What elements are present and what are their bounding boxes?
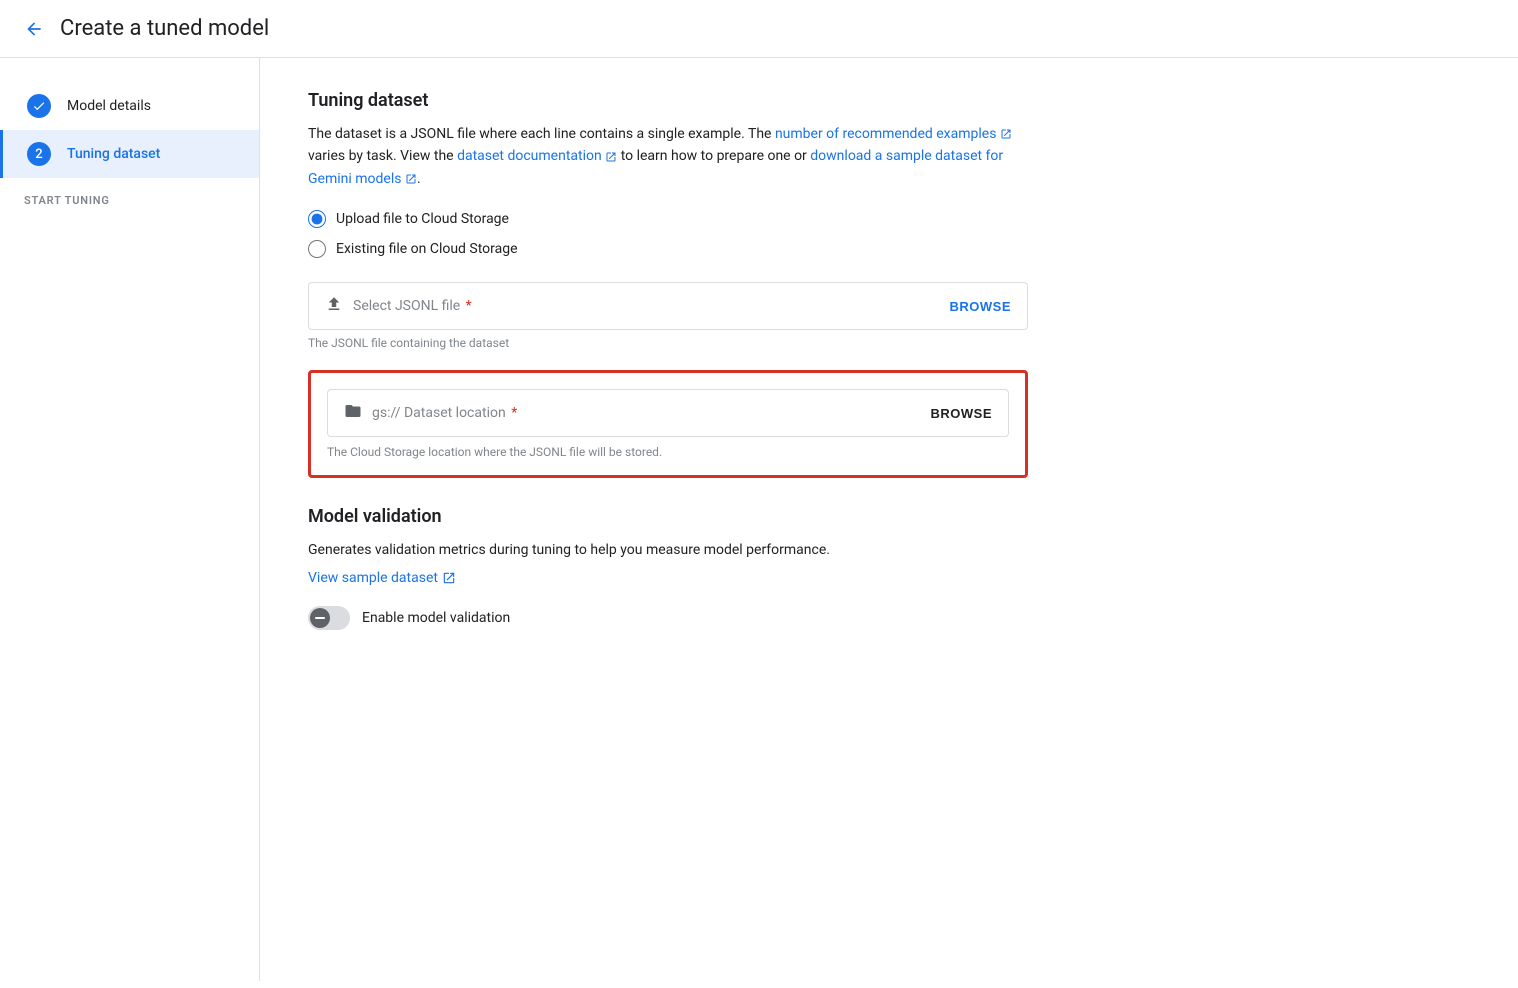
enable-validation-label: Enable model validation [362,610,510,626]
back-button[interactable] [24,19,44,39]
main-layout: Model details 2 Tuning dataset START TUN… [0,58,1518,981]
enable-validation-toggle[interactable] [308,606,350,630]
sidebar-item-tuning-dataset[interactable]: 2 Tuning dataset [0,130,259,178]
page-title: Create a tuned model [60,16,269,41]
radio-upload-file-input[interactable] [308,210,326,228]
required-star-location: * [508,405,518,421]
sidebar-item-label-tuning-dataset: Tuning dataset [67,146,160,162]
required-star-file: * [462,298,472,314]
dataset-location-input-container: gs:// Dataset location * BROWSE [327,389,1009,437]
upload-method-radio-group: Upload file to Cloud Storage Existing fi… [308,210,1470,258]
view-sample-link[interactable]: View sample dataset [308,570,456,586]
toggle-minus-icon [315,617,325,619]
jsonl-file-helper-text: The JSONL file containing the dataset [308,336,1028,350]
dataset-documentation-link[interactable]: dataset documentation [457,148,617,164]
main-content: Tuning dataset The dataset is a JSONL fi… [260,58,1518,981]
tuning-dataset-section: Tuning dataset The dataset is a JSONL fi… [308,90,1470,478]
dataset-location-highlighted-box: gs:// Dataset location * BROWSE The Clou… [308,370,1028,478]
page-header: Create a tuned model [0,0,1518,58]
model-validation-description: Generates validation metrics during tuni… [308,539,1028,561]
radio-upload-file[interactable]: Upload file to Cloud Storage [308,210,1470,228]
tuning-dataset-title: Tuning dataset [308,90,1470,111]
dataset-location-helper-text: The Cloud Storage location where the JSO… [327,445,1009,459]
recommended-examples-link[interactable]: number of recommended examples [775,126,1012,142]
radio-existing-file[interactable]: Existing file on Cloud Storage [308,240,1470,258]
dataset-location-placeholder: gs:// Dataset location * [372,405,517,421]
step-number-icon: 2 [27,142,51,166]
browse-location-button[interactable]: BROWSE [931,406,993,421]
browse-file-button[interactable]: BROWSE [950,299,1012,314]
dataset-location-left: gs:// Dataset location * [344,402,517,424]
radio-existing-file-label: Existing file on Cloud Storage [336,241,518,257]
upload-icon [325,295,343,317]
check-icon [27,94,51,118]
tuning-dataset-description: The dataset is a JSONL file where each l… [308,123,1028,190]
jsonl-file-placeholder: Select JSONL file * [353,298,472,314]
jsonl-file-input-container: Select JSONL file * BROWSE [308,282,1028,330]
toggle-thumb [310,608,330,628]
enable-validation-toggle-row: Enable model validation [308,606,1028,630]
model-validation-title: Model validation [308,506,1028,527]
sidebar: Model details 2 Tuning dataset START TUN… [0,58,260,981]
radio-upload-file-label: Upload file to Cloud Storage [336,211,509,227]
model-validation-section: Model validation Generates validation me… [308,506,1028,629]
folder-icon [344,402,362,424]
sidebar-section-start-tuning: START TUNING [0,178,259,215]
sidebar-item-model-details[interactable]: Model details [0,82,259,130]
sidebar-item-label-model-details: Model details [67,98,151,114]
file-input-left: Select JSONL file * [325,295,472,317]
radio-existing-file-input[interactable] [308,240,326,258]
